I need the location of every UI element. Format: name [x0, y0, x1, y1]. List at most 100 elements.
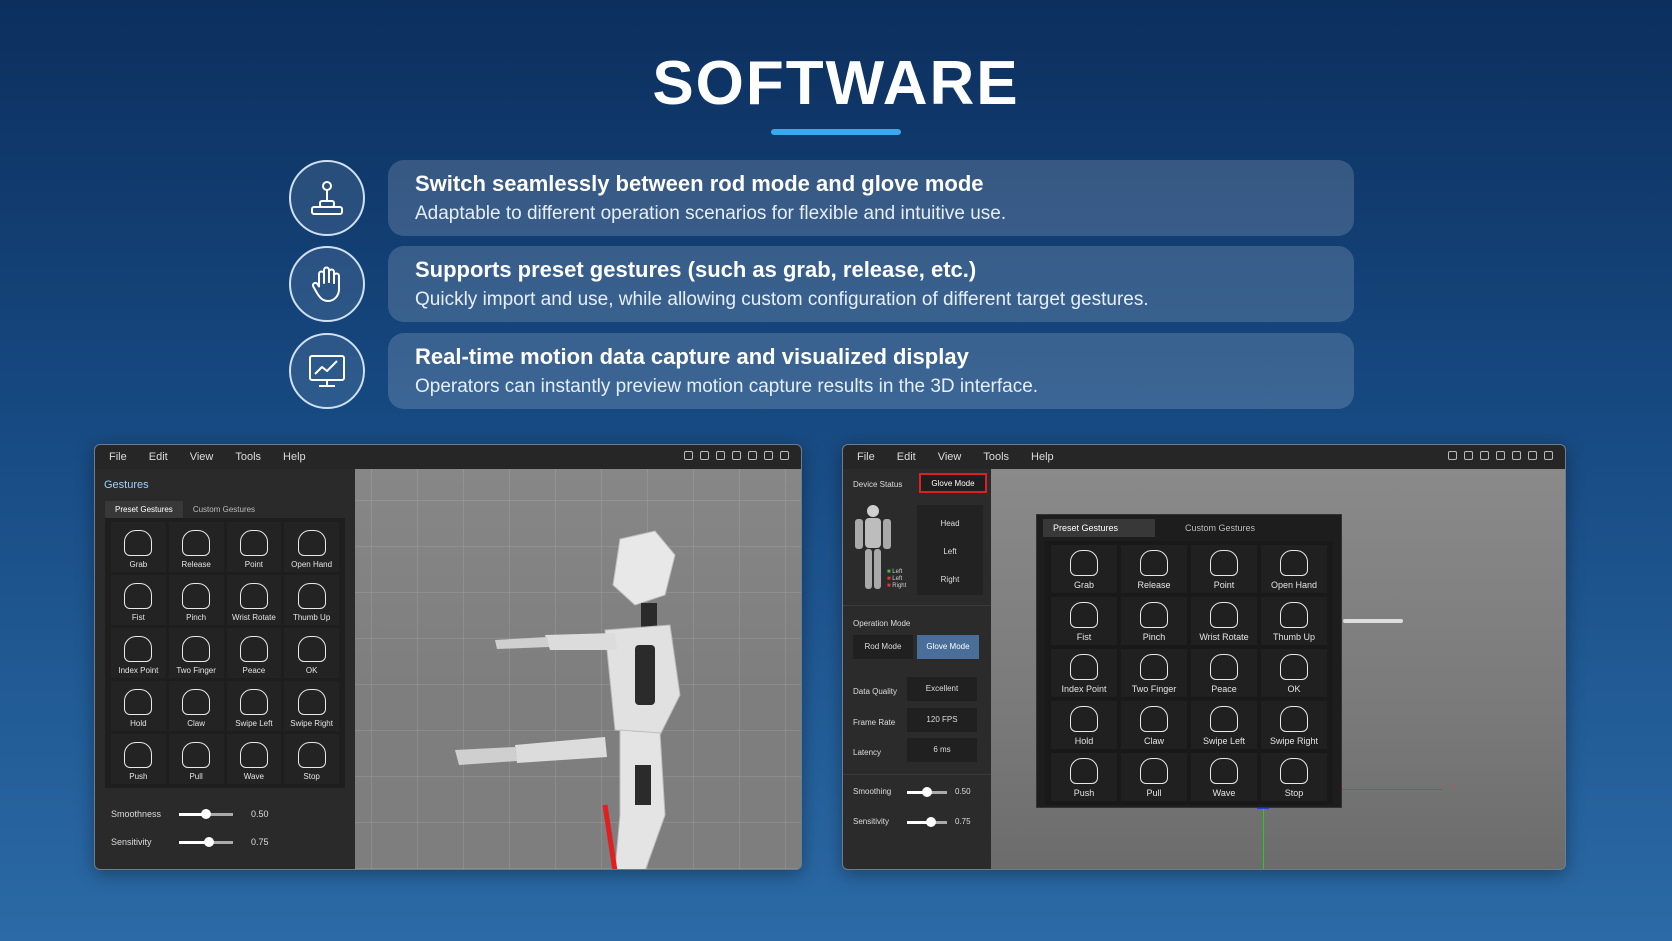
gesture-swipe-right[interactable]: Swipe Right [284, 681, 339, 731]
gesture-push[interactable]: Push [111, 734, 166, 784]
gesture-pinch[interactable]: Pinch [168, 575, 224, 625]
gesture-ok[interactable]: OK [1261, 649, 1327, 697]
axes-icon[interactable] [716, 451, 725, 460]
gesture-label: Peace [242, 666, 266, 675]
gesture-hold[interactable]: Hold [111, 681, 166, 731]
link-icon[interactable] [1512, 451, 1521, 460]
gesture-push[interactable]: Push [1051, 753, 1117, 801]
gesture-grab[interactable]: Grab [1051, 545, 1117, 593]
slider-label: Sensitivity [111, 837, 152, 847]
close-icon[interactable] [780, 451, 789, 460]
gesture-stop[interactable]: Stop [284, 734, 339, 784]
gesture-stop[interactable]: Stop [1261, 753, 1327, 801]
slider-knob[interactable] [922, 787, 932, 797]
gesture-wave[interactable]: Wave [226, 734, 282, 784]
gesture-label: Swipe Left [235, 719, 273, 728]
sensitivity-slider[interactable] [907, 817, 947, 827]
sensitivity-slider[interactable] [179, 836, 233, 847]
gesture-popup: Preset Gestures Custom Gestures Grab Rele… [1036, 514, 1342, 808]
gesture-fist-icon [124, 583, 153, 609]
smoothness-slider[interactable] [179, 808, 233, 819]
slider-knob[interactable] [926, 817, 936, 827]
settings-icon[interactable] [1496, 451, 1505, 460]
gesture-peace[interactable]: Peace [226, 628, 282, 678]
gesture-thumb-up[interactable]: Thumb Up [1261, 597, 1327, 645]
glove-mode-badge[interactable]: Glove Mode [919, 473, 987, 493]
feature-description: Quickly import and use, while allowing c… [415, 289, 1149, 310]
menu-help[interactable]: Help [1031, 451, 1054, 463]
menu-tools[interactable]: Tools [983, 451, 1009, 463]
gesture-point[interactable]: Point [226, 522, 282, 572]
menu-tools[interactable]: Tools [235, 451, 261, 463]
gesture-release[interactable]: Release [1121, 545, 1187, 593]
gesture-point[interactable]: Point [1191, 545, 1257, 593]
gesture-label: Two Finger [176, 666, 216, 675]
gesture-index-point[interactable]: Index Point [111, 628, 166, 678]
columns-icon[interactable] [700, 451, 709, 460]
gesture-pull[interactable]: Pull [168, 734, 224, 784]
divider [843, 774, 991, 775]
body-part-head[interactable]: Head [917, 519, 983, 528]
axes-icon[interactable] [1480, 451, 1489, 460]
menu-file[interactable]: File [109, 451, 127, 463]
page-title: SOFTWARE [652, 49, 1020, 118]
body-part-left[interactable]: Left [917, 547, 983, 556]
tab-custom-gestures[interactable]: Custom Gestures [1155, 519, 1265, 537]
gesture-open-hand[interactable]: Open Hand [284, 522, 339, 572]
gesture-peace[interactable]: Peace [1191, 649, 1257, 697]
tab-custom-gestures[interactable]: Custom Gestures [183, 501, 265, 518]
columns-icon[interactable] [1464, 451, 1473, 460]
gesture-wrist-rotate[interactable]: Wrist Rotate [226, 575, 282, 625]
feature-card-mode-switch: Switch seamlessly between rod mode and g… [388, 160, 1354, 236]
gesture-label: Index Point [1061, 684, 1107, 694]
smoothing-slider[interactable] [907, 787, 947, 797]
grid-icon[interactable] [684, 451, 693, 460]
gesture-swipe-left[interactable]: Swipe Left [226, 681, 282, 731]
gesture-pull[interactable]: Pull [1121, 753, 1187, 801]
feature-title: Real-time motion data capture and visual… [415, 344, 969, 369]
tab-preset-gestures[interactable]: Preset Gestures [105, 501, 183, 518]
gesture-push-icon [1070, 758, 1098, 784]
menu-view[interactable]: View [190, 451, 214, 463]
menu-help[interactable]: Help [283, 451, 306, 463]
gesture-grab[interactable]: Grab [111, 522, 166, 572]
panel-title: Gestures [104, 479, 149, 491]
gesture-index-point[interactable]: Index Point [1051, 649, 1117, 697]
gesture-label: Swipe Right [1269, 736, 1319, 746]
info-icon[interactable] [1528, 451, 1537, 460]
gesture-pinch[interactable]: Pinch [1121, 597, 1187, 645]
left-app-screenshot: File Edit View Tools Help Gestures Prese… [94, 444, 802, 870]
gesture-release[interactable]: Release [168, 522, 224, 572]
gesture-two-finger[interactable]: Two Finger [168, 628, 224, 678]
body-part-right[interactable]: Right [917, 575, 983, 584]
menu-edit[interactable]: Edit [897, 451, 916, 463]
gesture-claw[interactable]: Claw [1121, 701, 1187, 749]
tab-preset-gestures[interactable]: Preset Gestures [1043, 519, 1155, 537]
gesture-fist[interactable]: Fist [111, 575, 166, 625]
grid-icon[interactable] [1448, 451, 1457, 460]
gesture-label: Swipe Right [290, 719, 333, 728]
gesture-fist[interactable]: Fist [1051, 597, 1117, 645]
link-icon[interactable] [748, 451, 757, 460]
settings-icon[interactable] [732, 451, 741, 460]
gesture-two-finger[interactable]: Two Finger [1121, 649, 1187, 697]
slider-knob[interactable] [201, 808, 211, 819]
info-icon[interactable] [764, 451, 773, 460]
gesture-ok[interactable]: OK [284, 628, 339, 678]
glove-mode-button[interactable]: Glove Mode [917, 635, 979, 659]
gesture-swipe-right[interactable]: Swipe Right [1261, 701, 1327, 749]
menu-file[interactable]: File [857, 451, 875, 463]
close-icon[interactable] [1544, 451, 1553, 460]
gesture-hold[interactable]: Hold [1051, 701, 1117, 749]
gesture-wave[interactable]: Wave [1191, 753, 1257, 801]
gesture-label: Fist [131, 613, 145, 622]
menu-view[interactable]: View [938, 451, 962, 463]
gesture-claw[interactable]: Claw [168, 681, 224, 731]
slider-knob[interactable] [204, 836, 214, 847]
menu-edit[interactable]: Edit [149, 451, 168, 463]
gesture-thumb-up[interactable]: Thumb Up [284, 575, 339, 625]
gesture-wrist-rotate[interactable]: Wrist Rotate [1191, 597, 1257, 645]
gesture-open-hand[interactable]: Open Hand [1261, 545, 1327, 593]
gesture-swipe-left[interactable]: Swipe Left [1191, 701, 1257, 749]
rod-mode-button[interactable]: Rod Mode [853, 635, 913, 659]
